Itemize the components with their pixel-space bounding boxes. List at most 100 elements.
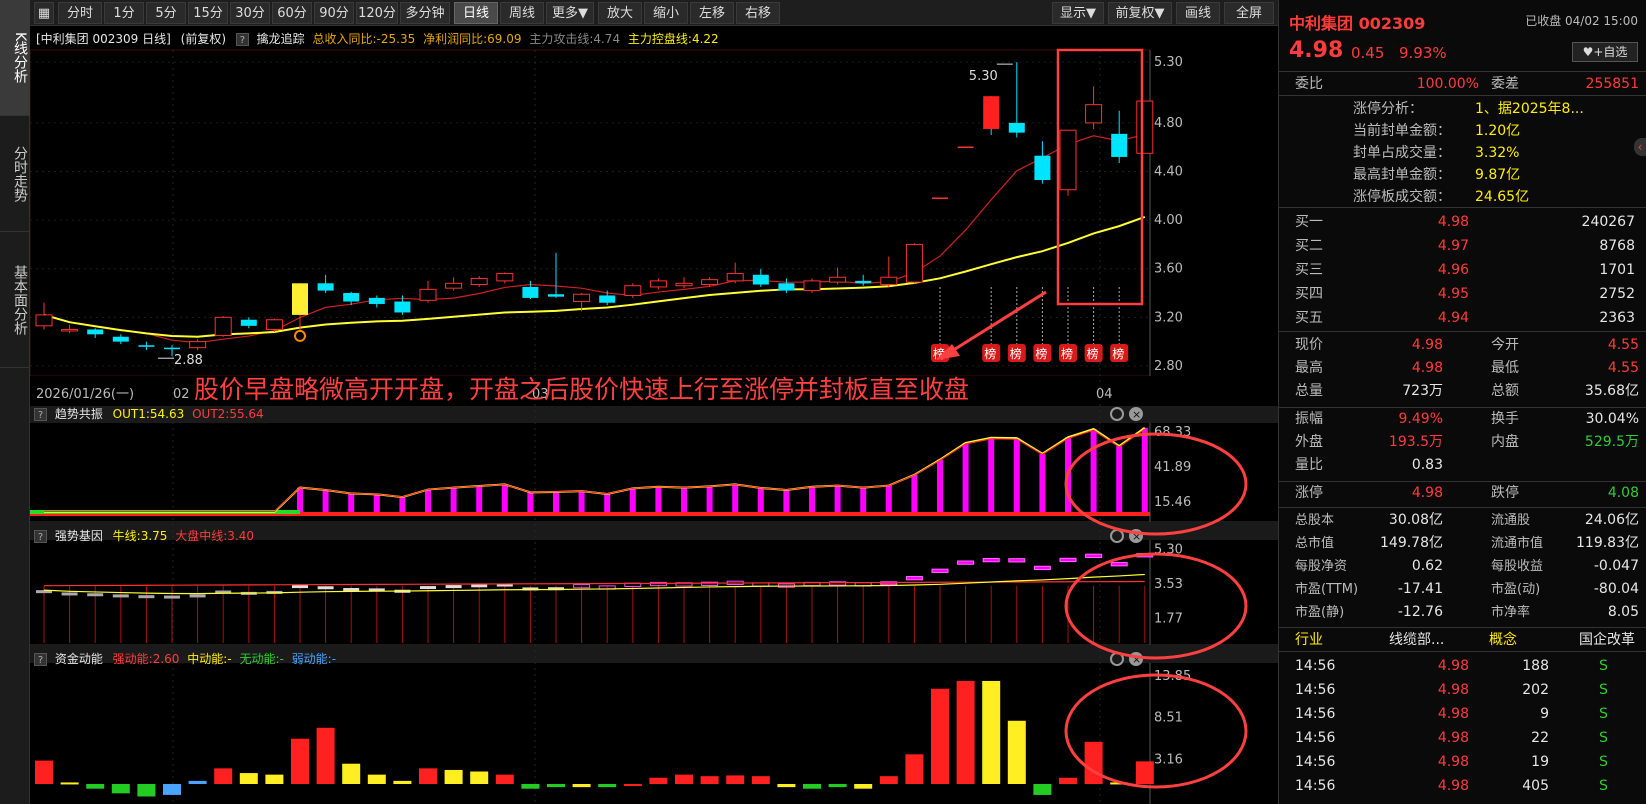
bid-level-row[interactable]: 买四 4.95 2752: [1279, 282, 1646, 306]
x-axis-label: 04: [1096, 387, 1113, 402]
help-icon[interactable]: ?: [235, 33, 249, 46]
period-button-fenshi[interactable]: 分时: [58, 2, 102, 24]
help-icon[interactable]: ?: [34, 530, 47, 543]
sub3-bar: [572, 784, 591, 788]
sub1-bar: [681, 487, 687, 516]
sub3-bar: [60, 782, 79, 785]
draw-button[interactable]: 画线: [1176, 2, 1220, 24]
period-button-15m[interactable]: 15分: [188, 2, 228, 24]
left-tab-bar: K线分析 分时走势 基本面分析: [0, 0, 30, 804]
high-price-label: 5.30: [969, 69, 998, 84]
limit-prices: 涨停 4.98 跌停 4.08: [1279, 482, 1646, 508]
bid-level-label: 买一: [1295, 214, 1323, 230]
tab-kline-analysis[interactable]: K线分析: [0, 0, 30, 116]
zoom-in-button[interactable]: 放大: [598, 2, 642, 24]
sub2-name[interactable]: 强势基因: [55, 529, 103, 543]
tick-price: 4.98: [1437, 730, 1469, 746]
stat-label: 今开: [1491, 337, 1519, 353]
stat-value: 193.5万: [1388, 434, 1443, 450]
fundamental-value: -12.76: [1397, 604, 1443, 620]
adjust-dropdown[interactable]: 前复权▼: [1108, 2, 1172, 24]
tab-fundamentals[interactable]: 基本面分析: [0, 232, 30, 368]
display-dropdown[interactable]: 显示▼: [1052, 2, 1104, 24]
sub3-bar: [163, 784, 181, 795]
panel-collapse-arrow[interactable]: ‹: [1634, 138, 1646, 156]
period-button-5m[interactable]: 5分: [146, 2, 186, 24]
period-button-weekly[interactable]: 周线: [500, 2, 544, 24]
fundamentals: 总股本 30.08亿 流通股 24.06亿 总市值 149.78亿 流通市值 119.83亿每…: [1279, 508, 1646, 628]
period-button-60m[interactable]: 60分: [272, 2, 312, 24]
quote-header: 中利集团 002309 已收盘 04/02 15:00 4.98 0.45 9.…: [1279, 0, 1646, 72]
candle-body-down: [240, 319, 257, 326]
move-right-button[interactable]: 右移: [736, 2, 780, 24]
period-button-1m[interactable]: 1分: [104, 2, 144, 24]
chart-area[interactable]: 5.30 4.80 4.40 4.00 3.60 3.20 2.80 2026/01/26(一…: [30, 26, 1278, 804]
help-icon[interactable]: ?: [34, 408, 47, 421]
bid-level-row[interactable]: 买三 4.96 1701: [1279, 258, 1646, 282]
sub2-y-tick: 1.77: [1154, 611, 1183, 626]
more-dropdown[interactable]: 更多▼: [546, 2, 594, 24]
stat-value: 529.5万: [1584, 434, 1639, 450]
sub3-name[interactable]: 资金动能: [55, 652, 103, 666]
tick-volume: 405: [1522, 778, 1549, 794]
tick-time: 14:56: [1295, 730, 1336, 746]
period-button-120m[interactable]: 120分: [356, 2, 398, 24]
x-axis-label: 2026/01/26(一): [36, 387, 134, 402]
indicator-name[interactable]: 擒龙追踪: [257, 32, 305, 46]
tick-side: S: [1599, 754, 1608, 770]
sub3-header: ? 资金动能 强动能:2.60 中动能:- 无动能:- 弱动能:-: [34, 650, 336, 667]
bang-badge-label: 榜: [1061, 346, 1073, 361]
move-left-button[interactable]: 左移: [690, 2, 734, 24]
fundamental-value: -80.04: [1593, 581, 1639, 597]
sub1-out2: OUT2:55.64: [192, 407, 264, 421]
candle-body-down: [87, 329, 104, 335]
tab-intraday[interactable]: 分时走势: [0, 116, 30, 232]
add-watchlist-button[interactable]: ♥+自选: [1572, 42, 1638, 62]
tick-price: 4.98: [1437, 754, 1469, 770]
stat-label: 量比: [1295, 457, 1323, 473]
stat-row: 最高 4.98 最低 4.55: [1279, 357, 1646, 380]
candle-body-down: [599, 295, 616, 303]
fundamental-label: 市盈(静): [1295, 605, 1345, 620]
sub2-block: [1110, 562, 1128, 567]
candle-body-up: [624, 285, 642, 296]
limit-up-key: 封单占成交量：: [1353, 145, 1451, 161]
bid-volume: 8768: [1599, 238, 1635, 254]
concept-value[interactable]: 国企改革: [1579, 628, 1635, 652]
bid-level-row[interactable]: 买二 4.97 8768: [1279, 234, 1646, 258]
help-icon[interactable]: ?: [34, 653, 47, 666]
tick-row: 14:56 4.98 19 S: [1279, 750, 1646, 774]
fundamental-value: 24.06亿: [1584, 512, 1639, 528]
sub1-bar: [885, 485, 892, 516]
candle-body-up: [265, 319, 283, 330]
candle-body-up: [445, 282, 463, 289]
zoom-out-button[interactable]: 缩小: [644, 2, 688, 24]
bang-badge-label: 榜: [1112, 346, 1124, 361]
bid-level-row[interactable]: 买五 4.94 2363: [1279, 306, 1646, 330]
period-button-90m[interactable]: 90分: [314, 2, 354, 24]
sub3-bar: [623, 784, 642, 786]
period-button-daily[interactable]: 日线: [454, 2, 498, 24]
bid-price: 4.96: [1437, 262, 1469, 278]
candle-body-down: [548, 294, 564, 297]
bid-level-row[interactable]: 买一 4.98 240267: [1279, 210, 1646, 234]
bid-price: 4.94: [1437, 310, 1469, 326]
fundamental-label: 流通市值: [1491, 536, 1544, 551]
fundamental-row: 市盈(TTM) -17.41 市盈(动) -80.04: [1279, 578, 1646, 601]
candle-body-up: [1085, 104, 1103, 124]
period-button-multi[interactable]: 多分钟: [400, 2, 450, 24]
sub2-block: [164, 595, 180, 599]
fundamental-label: 每股净资: [1295, 559, 1348, 574]
limit-up-analysis: 涨停分析： 1、据2025年8... 当前封单金额： 1.20亿 封单占成交量： 3.32…: [1279, 96, 1646, 208]
menu-grid-button[interactable]: ▦: [34, 2, 54, 24]
period-button-30m[interactable]: 30分: [230, 2, 270, 24]
fullscreen-button[interactable]: 全屏: [1224, 2, 1274, 24]
industry-value[interactable]: 线缆部...: [1389, 628, 1444, 652]
limit-up-value: 1、据2025年8...: [1475, 101, 1584, 117]
sub2-block: [343, 588, 360, 592]
sub3-y-tick: 3.16: [1154, 752, 1183, 767]
sub1-name[interactable]: 趋势共振: [55, 407, 103, 421]
candle-body-down: [343, 293, 360, 302]
sub3-bar: [291, 738, 309, 784]
coin-icon: [294, 329, 306, 342]
